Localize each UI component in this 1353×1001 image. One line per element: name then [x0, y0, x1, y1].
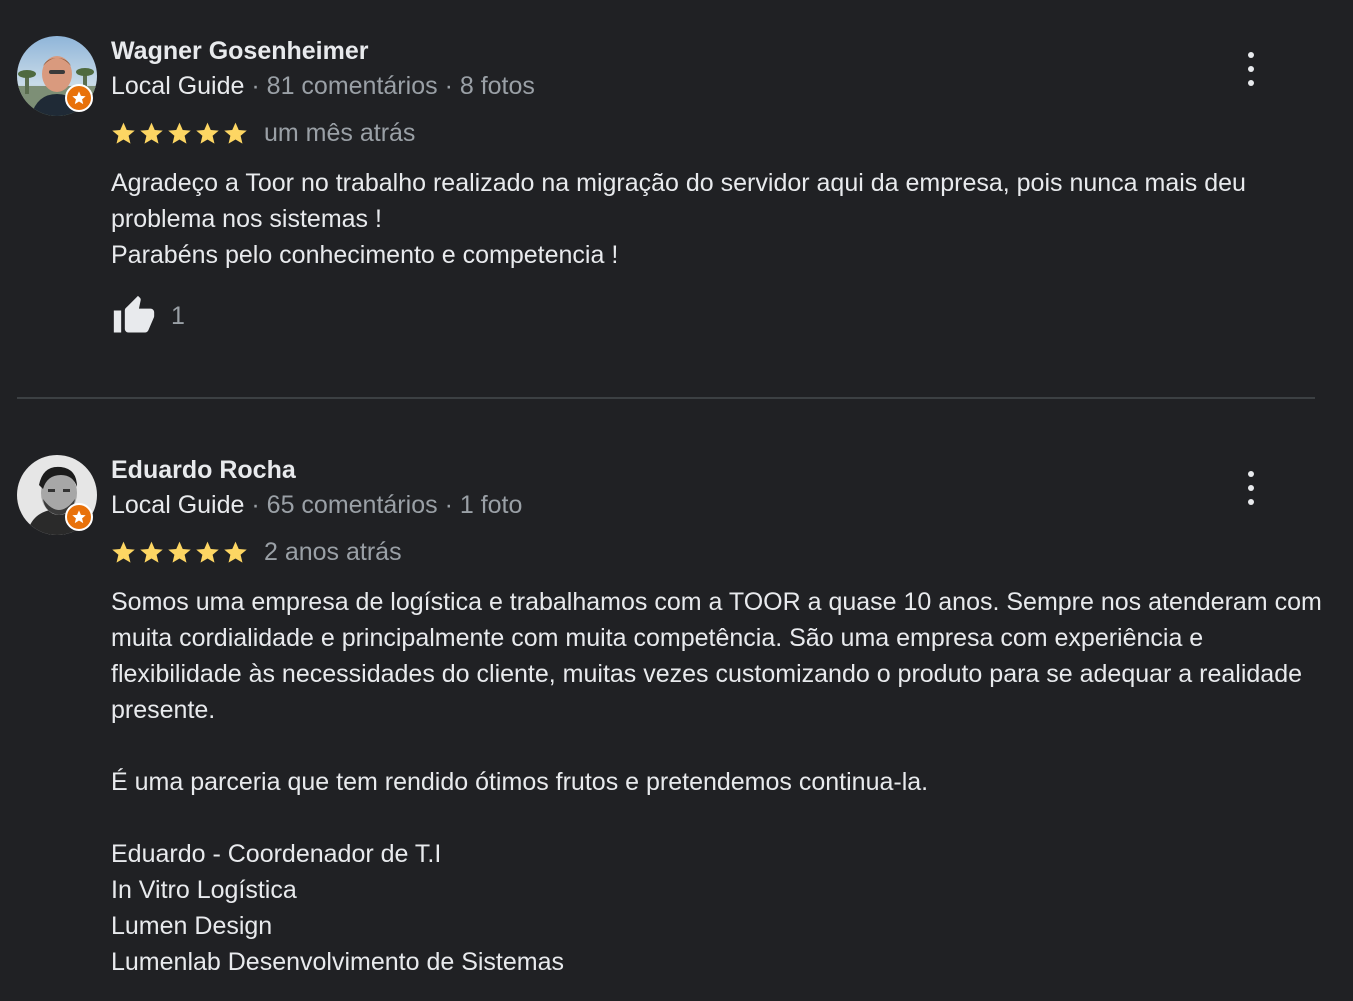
more-vert-icon[interactable] — [1236, 52, 1266, 86]
star-icon — [140, 122, 163, 144]
avatar[interactable] — [17, 455, 97, 535]
star-icon — [168, 541, 191, 563]
like-count: 1 — [171, 301, 185, 330]
star-icon — [112, 122, 135, 144]
local-guide-label: Local Guide — [111, 72, 245, 100]
star-icon — [224, 122, 247, 144]
star-icon — [112, 541, 135, 563]
star-icon — [168, 122, 191, 144]
photos-count: 1 foto — [459, 491, 523, 519]
star-icon — [196, 541, 219, 563]
author-name[interactable]: Wagner Gosenheimer — [111, 37, 368, 66]
reviews-count: 65 comentários — [266, 491, 438, 519]
thumbs-up-icon — [113, 295, 155, 333]
rating-row: um mês atrás — [111, 118, 415, 148]
star-rating — [111, 540, 248, 565]
separator: · — [444, 491, 460, 519]
more-vert-icon[interactable] — [1236, 471, 1266, 505]
separator: · — [444, 72, 460, 100]
photos-count: 8 fotos — [459, 72, 535, 100]
review-date: um mês atrás — [264, 118, 416, 147]
avatar[interactable] — [17, 36, 97, 116]
divider — [17, 397, 1315, 399]
rating-row: 2 anos atrás — [111, 537, 402, 567]
review-text: Agradeço a Toor no trabalho realizado na… — [111, 169, 1246, 269]
separator: · — [251, 72, 267, 100]
review-text: Somos uma empresa de logística e trabalh… — [111, 588, 1322, 976]
reviews-count: 81 comentários — [266, 72, 438, 100]
review-date: 2 anos atrás — [264, 537, 402, 566]
separator: · — [251, 491, 267, 519]
like-button[interactable]: 1 — [111, 294, 185, 338]
local-guide-star-icon — [65, 84, 93, 112]
star-icon — [196, 122, 219, 144]
star-icon — [140, 541, 163, 563]
author-name[interactable]: Eduardo Rocha — [111, 456, 296, 485]
local-guide-star-icon — [65, 503, 93, 531]
star-icon — [224, 541, 247, 563]
star-rating — [111, 121, 248, 146]
author-meta: Local Guide · 81 comentários · 8 fotos — [111, 72, 535, 101]
local-guide-label: Local Guide — [111, 491, 245, 519]
author-meta: Local Guide · 65 comentários · 1 foto — [111, 491, 522, 520]
